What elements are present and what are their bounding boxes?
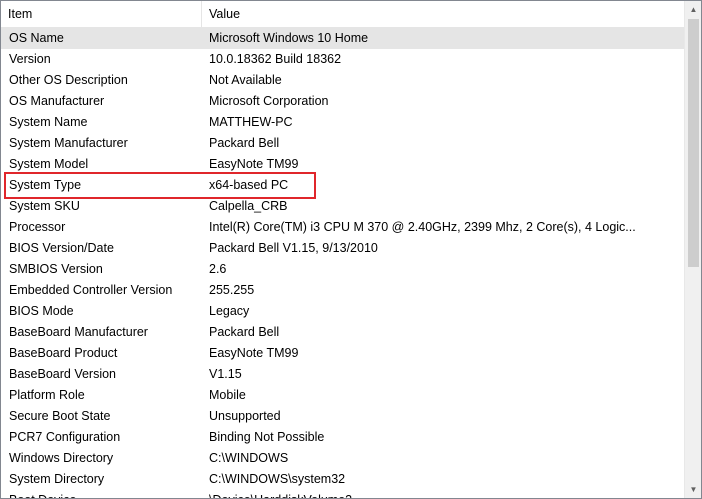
table-row[interactable]: Embedded Controller Version 255.255 [1,280,684,301]
table-row[interactable]: System SKU Calpella_CRB [1,196,684,217]
row-value-cell: Legacy [209,304,250,318]
row-value-cell: Mobile [209,388,246,402]
rows-container: OS Name Microsoft Windows 10 Home Version 1… [1,28,684,498]
row-value-cell: Packard Bell [209,136,280,150]
row-item-cell: Version [9,52,51,66]
row-item-cell: System Manufacturer [9,136,128,150]
row-item-cell: OS Name [9,31,64,45]
row-item-cell: Windows Directory [9,451,114,465]
table-row[interactable]: BIOS Mode Legacy [1,301,684,322]
row-value-cell: 2.6 [209,262,227,276]
row-value-cell: Packard Bell [209,325,280,339]
table-row[interactable]: System Manufacturer Packard Bell [1,133,684,154]
row-item-cell: Other OS Description [9,73,128,87]
row-item-cell: Boot Device [9,490,199,498]
row-item-cell: SMBIOS Version [9,262,103,276]
row-value-cell: x64-based PC [209,178,289,192]
column-header: Item Value [1,1,684,28]
vertical-scrollbar[interactable]: ▲ ▼ [684,1,701,498]
row-value-cell: Microsoft Corporation [209,94,329,108]
row-value-cell: 10.0.18362 Build 18362 [209,52,342,66]
row-item-cell: BaseBoard Version [9,367,117,381]
row-item-cell: System Name [9,115,88,129]
row-value-cell: C:\WINDOWS\system32 [209,472,346,486]
table-row[interactable]: Processor Intel(R) Core(TM) i3 CPU M 370 … [1,217,684,238]
scroll-down-arrow-icon[interactable]: ▼ [685,481,701,498]
row-item-cell: Secure Boot State [9,409,111,423]
row-value-cell: V1.15 [209,367,242,381]
row-value-cell: MATTHEW-PC [209,115,293,129]
table-row[interactable]: Secure Boot State Unsupported [1,406,684,427]
system-summary-list-view: Item Value OS Name Microsoft Windows 10 H… [0,0,702,499]
row-item-cell: BIOS Version/Date [9,241,114,255]
row-value-cell: Intel(R) Core(TM) i3 CPU M 370 @ 2.40GHz… [209,220,636,234]
row-item-cell: BaseBoard Manufacturer [9,325,148,339]
row-value-cell: EasyNote TM99 [209,346,299,360]
row-value-cell: C:\WINDOWS [209,451,289,465]
row-value-cell: Unsupported [209,409,281,423]
row-item-cell: System SKU [9,199,80,213]
table-row[interactable]: Platform Role Mobile [1,385,684,406]
row-value-cell: Packard Bell V1.15, 9/13/2010 [209,241,378,255]
row-item-cell: OS Manufacturer [9,94,105,108]
scrollbar-thumb[interactable] [688,19,699,267]
row-value-cell: Microsoft Windows 10 Home [209,31,369,45]
table-row[interactable]: System Name MATTHEW-PC [1,112,684,133]
table-row[interactable]: BIOS Version/Date Packard Bell V1.15, 9/1… [1,238,684,259]
table-row[interactable]: BaseBoard Version V1.15 [1,364,684,385]
list-area: Item Value OS Name Microsoft Windows 10 H… [1,1,684,498]
table-row[interactable]: BaseBoard Product EasyNote TM99 [1,343,684,364]
table-row[interactable]: BaseBoard Manufacturer Packard Bell [1,322,684,343]
table-row[interactable]: System Model EasyNote TM99 [1,154,684,175]
row-value-cell: 255.255 [209,283,255,297]
column-header-value[interactable]: Value [202,1,684,27]
row-item-cell: BaseBoard Product [9,346,118,360]
row-value-cell: EasyNote TM99 [209,157,299,171]
table-row[interactable]: OS Manufacturer Microsoft Corporation [1,91,684,112]
table-row[interactable]: PCR7 Configuration Binding Not Possible [1,427,684,448]
row-item-cell: PCR7 Configuration [9,430,121,444]
row-item-cell: Processor [9,220,66,234]
table-row[interactable]: Boot Device \Device\HarddiskVolume2 [1,490,684,498]
column-header-item[interactable]: Item [1,1,202,27]
row-item-cell: Embedded Controller Version [9,283,173,297]
row-value-cell: Not Available [209,73,282,87]
table-row[interactable]: Other OS Description Not Available [1,70,684,91]
table-row[interactable]: SMBIOS Version 2.6 [1,259,684,280]
row-item-cell: BIOS Mode [9,304,74,318]
table-row[interactable]: OS Name Microsoft Windows 10 Home [1,28,684,49]
scroll-up-arrow-icon[interactable]: ▲ [685,1,701,18]
row-value-cell: Binding Not Possible [209,430,325,444]
table-row[interactable]: System Directory C:\WINDOWS\system32 [1,469,684,490]
table-row[interactable]: Version 10.0.18362 Build 18362 [1,49,684,70]
row-item-cell: System Directory [9,472,105,486]
row-item-cell: System Model [9,157,89,171]
row-value-cell: \Device\HarddiskVolume2 [209,490,672,498]
row-value-cell: Calpella_CRB [209,199,288,213]
table-row[interactable]: System Type x64-based PC [1,175,684,196]
row-item-cell: Platform Role [9,388,85,402]
row-item-cell: System Type [9,178,82,192]
table-row[interactable]: Windows Directory C:\WINDOWS [1,448,684,469]
